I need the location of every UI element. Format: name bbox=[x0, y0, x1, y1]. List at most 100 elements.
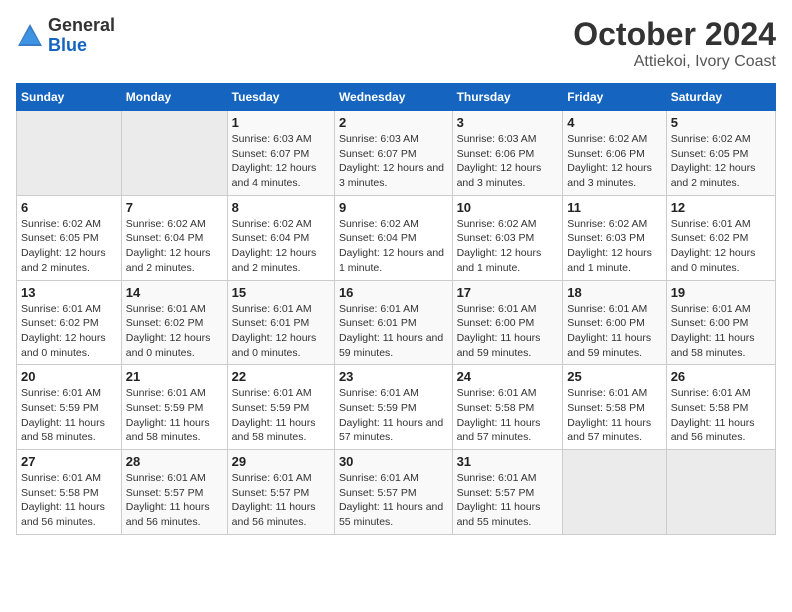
title-block: October 2024 Attiekoi, Ivory Coast bbox=[573, 16, 776, 71]
day-info: Sunrise: 6:01 AMSunset: 5:58 PMDaylight:… bbox=[21, 471, 117, 530]
day-number: 2 bbox=[339, 115, 448, 130]
day-number: 31 bbox=[457, 454, 559, 469]
day-info: Sunrise: 6:01 AMSunset: 5:57 PMDaylight:… bbox=[457, 471, 559, 530]
calendar-day-cell bbox=[17, 111, 122, 196]
day-number: 23 bbox=[339, 369, 448, 384]
day-info: Sunrise: 6:02 AMSunset: 6:05 PMDaylight:… bbox=[21, 217, 117, 276]
weekday-header: Thursday bbox=[452, 84, 563, 111]
day-number: 19 bbox=[671, 285, 771, 300]
logo-blue-text: Blue bbox=[48, 35, 87, 55]
weekday-header: Monday bbox=[121, 84, 227, 111]
day-number: 29 bbox=[232, 454, 330, 469]
day-info: Sunrise: 6:02 AMSunset: 6:06 PMDaylight:… bbox=[567, 132, 661, 191]
day-info: Sunrise: 6:01 AMSunset: 6:02 PMDaylight:… bbox=[126, 302, 223, 361]
logo-text: General Blue bbox=[48, 16, 115, 56]
day-number: 28 bbox=[126, 454, 223, 469]
calendar-day-cell: 27 Sunrise: 6:01 AMSunset: 5:58 PMDayligh… bbox=[17, 450, 122, 535]
calendar-day-cell: 23 Sunrise: 6:01 AMSunset: 5:59 PMDayligh… bbox=[334, 365, 452, 450]
day-info: Sunrise: 6:02 AMSunset: 6:03 PMDaylight:… bbox=[457, 217, 559, 276]
calendar-day-cell bbox=[563, 450, 666, 535]
day-number: 5 bbox=[671, 115, 771, 130]
calendar-day-cell bbox=[666, 450, 775, 535]
day-info: Sunrise: 6:01 AMSunset: 5:59 PMDaylight:… bbox=[232, 386, 330, 445]
calendar-day-cell: 15 Sunrise: 6:01 AMSunset: 6:01 PMDayligh… bbox=[227, 280, 334, 365]
weekday-header: Sunday bbox=[17, 84, 122, 111]
day-info: Sunrise: 6:01 AMSunset: 5:58 PMDaylight:… bbox=[567, 386, 661, 445]
day-number: 12 bbox=[671, 200, 771, 215]
day-info: Sunrise: 6:02 AMSunset: 6:03 PMDaylight:… bbox=[567, 217, 661, 276]
day-number: 1 bbox=[232, 115, 330, 130]
day-number: 30 bbox=[339, 454, 448, 469]
day-info: Sunrise: 6:01 AMSunset: 5:58 PMDaylight:… bbox=[671, 386, 771, 445]
weekday-header: Saturday bbox=[666, 84, 775, 111]
day-number: 27 bbox=[21, 454, 117, 469]
day-info: Sunrise: 6:01 AMSunset: 5:57 PMDaylight:… bbox=[232, 471, 330, 530]
day-info: Sunrise: 6:01 AMSunset: 5:58 PMDaylight:… bbox=[457, 386, 559, 445]
day-number: 7 bbox=[126, 200, 223, 215]
calendar-day-cell: 11 Sunrise: 6:02 AMSunset: 6:03 PMDayligh… bbox=[563, 195, 666, 280]
day-number: 18 bbox=[567, 285, 661, 300]
day-info: Sunrise: 6:01 AMSunset: 6:00 PMDaylight:… bbox=[567, 302, 661, 361]
calendar-day-cell: 30 Sunrise: 6:01 AMSunset: 5:57 PMDayligh… bbox=[334, 450, 452, 535]
day-number: 15 bbox=[232, 285, 330, 300]
calendar-day-cell: 19 Sunrise: 6:01 AMSunset: 6:00 PMDayligh… bbox=[666, 280, 775, 365]
day-info: Sunrise: 6:01 AMSunset: 6:02 PMDaylight:… bbox=[21, 302, 117, 361]
day-info: Sunrise: 6:01 AMSunset: 6:01 PMDaylight:… bbox=[232, 302, 330, 361]
logo-icon bbox=[16, 22, 44, 50]
calendar-day-cell: 14Sunrise: 6:01 AMSunset: 6:02 PMDayligh… bbox=[121, 280, 227, 365]
day-info: Sunrise: 6:03 AMSunset: 6:06 PMDaylight:… bbox=[457, 132, 559, 191]
calendar-day-cell: 3 Sunrise: 6:03 AMSunset: 6:06 PMDaylight… bbox=[452, 111, 563, 196]
day-info: Sunrise: 6:02 AMSunset: 6:04 PMDaylight:… bbox=[339, 217, 448, 276]
calendar-day-cell: 6Sunrise: 6:02 AMSunset: 6:05 PMDaylight… bbox=[17, 195, 122, 280]
calendar-day-cell: 24 Sunrise: 6:01 AMSunset: 5:58 PMDayligh… bbox=[452, 365, 563, 450]
calendar-week-row: 6Sunrise: 6:02 AMSunset: 6:05 PMDaylight… bbox=[17, 195, 776, 280]
day-info: Sunrise: 6:01 AMSunset: 6:00 PMDaylight:… bbox=[671, 302, 771, 361]
day-number: 10 bbox=[457, 200, 559, 215]
calendar-day-cell: 22 Sunrise: 6:01 AMSunset: 5:59 PMDayligh… bbox=[227, 365, 334, 450]
day-info: Sunrise: 6:03 AMSunset: 6:07 PMDaylight:… bbox=[339, 132, 448, 191]
day-info: Sunrise: 6:03 AMSunset: 6:07 PMDaylight:… bbox=[232, 132, 330, 191]
logo: General Blue bbox=[16, 16, 115, 56]
day-number: 20 bbox=[21, 369, 117, 384]
day-number: 25 bbox=[567, 369, 661, 384]
calendar-day-cell: 8Sunrise: 6:02 AMSunset: 6:04 PMDaylight… bbox=[227, 195, 334, 280]
calendar-day-cell: 16Sunrise: 6:01 AMSunset: 6:01 PMDayligh… bbox=[334, 280, 452, 365]
day-number: 13 bbox=[21, 285, 117, 300]
calendar-day-cell: 4 Sunrise: 6:02 AMSunset: 6:06 PMDaylight… bbox=[563, 111, 666, 196]
day-info: Sunrise: 6:01 AMSunset: 5:59 PMDaylight:… bbox=[339, 386, 448, 445]
calendar-day-cell: 9 Sunrise: 6:02 AMSunset: 6:04 PMDaylight… bbox=[334, 195, 452, 280]
calendar-day-cell: 21Sunrise: 6:01 AMSunset: 5:59 PMDayligh… bbox=[121, 365, 227, 450]
day-info: Sunrise: 6:02 AMSunset: 6:05 PMDaylight:… bbox=[671, 132, 771, 191]
day-number: 24 bbox=[457, 369, 559, 384]
day-info: Sunrise: 6:01 AMSunset: 5:59 PMDaylight:… bbox=[21, 386, 117, 445]
day-number: 9 bbox=[339, 200, 448, 215]
day-number: 3 bbox=[457, 115, 559, 130]
day-number: 17 bbox=[457, 285, 559, 300]
weekday-header: Friday bbox=[563, 84, 666, 111]
calendar-day-cell: 20 Sunrise: 6:01 AMSunset: 5:59 PMDayligh… bbox=[17, 365, 122, 450]
calendar-day-cell: 10 Sunrise: 6:02 AMSunset: 6:03 PMDayligh… bbox=[452, 195, 563, 280]
page-title: October 2024 bbox=[573, 16, 776, 53]
calendar-week-row: 13 Sunrise: 6:01 AMSunset: 6:02 PMDayligh… bbox=[17, 280, 776, 365]
day-number: 11 bbox=[567, 200, 661, 215]
calendar-day-cell: 7 Sunrise: 6:02 AMSunset: 6:04 PMDaylight… bbox=[121, 195, 227, 280]
day-info: Sunrise: 6:01 AMSunset: 5:57 PMDaylight:… bbox=[339, 471, 448, 530]
day-info: Sunrise: 6:02 AMSunset: 6:04 PMDaylight:… bbox=[126, 217, 223, 276]
day-number: 4 bbox=[567, 115, 661, 130]
calendar-day-cell: 1 Sunrise: 6:03 AMSunset: 6:07 PMDaylight… bbox=[227, 111, 334, 196]
calendar-day-cell: 5 Sunrise: 6:02 AMSunset: 6:05 PMDaylight… bbox=[666, 111, 775, 196]
calendar-week-row: 20 Sunrise: 6:01 AMSunset: 5:59 PMDayligh… bbox=[17, 365, 776, 450]
day-info: Sunrise: 6:01 AMSunset: 6:00 PMDaylight:… bbox=[457, 302, 559, 361]
calendar-day-cell: 12Sunrise: 6:01 AMSunset: 6:02 PMDayligh… bbox=[666, 195, 775, 280]
calendar-day-cell: 29 Sunrise: 6:01 AMSunset: 5:57 PMDayligh… bbox=[227, 450, 334, 535]
calendar-table: SundayMondayTuesdayWednesdayThursdayFrid… bbox=[16, 83, 776, 535]
day-info: Sunrise: 6:01 AMSunset: 5:57 PMDaylight:… bbox=[126, 471, 223, 530]
day-number: 26 bbox=[671, 369, 771, 384]
day-number: 22 bbox=[232, 369, 330, 384]
calendar-day-cell: 2 Sunrise: 6:03 AMSunset: 6:07 PMDaylight… bbox=[334, 111, 452, 196]
page-subtitle: Attiekoi, Ivory Coast bbox=[573, 53, 776, 71]
calendar-day-cell: 25 Sunrise: 6:01 AMSunset: 5:58 PMDayligh… bbox=[563, 365, 666, 450]
calendar-week-row: 27 Sunrise: 6:01 AMSunset: 5:58 PMDayligh… bbox=[17, 450, 776, 535]
calendar-day-cell: 31 Sunrise: 6:01 AMSunset: 5:57 PMDayligh… bbox=[452, 450, 563, 535]
logo-general-text: General bbox=[48, 15, 115, 35]
